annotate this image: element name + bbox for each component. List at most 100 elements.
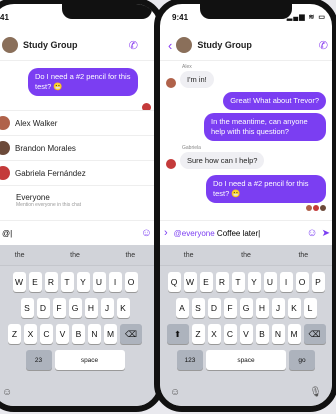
key[interactable]: Q [167,272,181,292]
right-chat-header[interactable]: ‹ Study Group ✆ [160,30,332,61]
suggestion[interactable]: the [241,252,251,259]
key[interactable]: V [239,324,253,344]
key[interactable]: J [100,298,114,318]
back-icon[interactable]: ‹ [168,38,172,53]
backspace-key[interactable]: ⌫ [303,324,326,344]
key[interactable]: G [239,298,253,318]
key[interactable]: W [12,272,26,292]
bubble-text: I'm in! [180,71,214,88]
left-phone: 41 Study Group ✆ Do I need a #2 pencil f… [0,0,164,412]
key[interactable]: F [52,298,66,318]
incoming-message[interactable]: Sure how can I help? [166,152,332,169]
go-key[interactable]: go [289,350,315,370]
key[interactable]: Y [247,272,261,292]
left-group-title[interactable]: Study Group [23,40,78,50]
key[interactable]: E [28,272,42,292]
incoming-message[interactable]: I'm in! [166,71,332,88]
key[interactable]: I [279,272,293,292]
key[interactable]: V [56,324,69,344]
key[interactable]: U [92,272,106,292]
phone-icon[interactable]: ✆ [129,39,138,52]
key[interactable]: H [255,298,269,318]
mention-item[interactable]: Gabriela Fernández [0,160,158,185]
input-mention: @everyone [173,228,215,238]
space-key[interactable]: space [206,350,286,370]
right-message-input[interactable]: › @everyone Coffee later| ☺ ➤ [160,220,332,245]
outgoing-message[interactable]: Do I need a #2 pencil for this test? 😬 [160,175,326,203]
key[interactable]: A [175,298,189,318]
key[interactable]: T [231,272,245,292]
numbers-key[interactable]: 23 [25,350,52,370]
suggestion[interactable]: the [15,252,25,259]
key[interactable]: J [271,298,285,318]
message-list: Alex I'm in! Great! What about Trevor? I… [160,62,332,211]
key[interactable]: Y [76,272,90,292]
group-avatar[interactable] [176,37,193,53]
key[interactable]: D [36,298,50,318]
left-status-bar: 41 [0,4,158,30]
suggestion[interactable]: the [184,252,194,259]
key[interactable]: O [295,272,309,292]
key[interactable]: S [191,298,205,318]
key[interactable]: C [223,324,237,344]
left-chat-header[interactable]: Study Group ✆ [0,30,158,61]
key[interactable]: R [44,272,58,292]
mention-list: Alex Walker Brandon Morales Gabriela Fer… [0,110,158,214]
key[interactable]: F [223,298,237,318]
key[interactable]: M [287,324,301,344]
emoji-keyboard-icon[interactable]: ☺ [170,387,180,398]
outgoing-message[interactable]: Great! What about Trevor? [160,92,326,110]
key[interactable]: E [199,272,213,292]
key[interactable]: Z [191,324,205,344]
key[interactable]: L [303,298,317,318]
key[interactable]: M [104,324,117,344]
mention-item[interactable]: Alex Walker [0,110,158,135]
key[interactable]: T [60,272,74,292]
suggestion[interactable]: the [125,252,135,259]
microphone-icon[interactable]: 🎙 [309,387,322,398]
key[interactable]: B [255,324,269,344]
emoji-keyboard-icon[interactable]: ☺ [2,387,12,398]
key[interactable]: P [311,272,325,292]
key[interactable]: C [40,324,53,344]
mention-item-everyone[interactable]: Everyone Mention everyone in this chat [0,185,158,214]
key[interactable]: S [20,298,34,318]
key[interactable]: R [215,272,229,292]
emoji-icon[interactable]: ☺ [141,227,152,239]
key[interactable]: H [84,298,98,318]
key[interactable]: O [124,272,138,292]
bubble-text: Do I need a #2 pencil for this test? 😬 [28,68,138,96]
key[interactable]: K [287,298,301,318]
numbers-key[interactable]: 123 [177,350,203,370]
key[interactable]: N [271,324,285,344]
left-outgoing-message[interactable]: Do I need a #2 pencil for this test? 😬 [28,68,138,96]
mention-item[interactable]: Brandon Morales [0,135,158,160]
outgoing-message[interactable]: In the meantime, can anyone help with th… [160,113,326,141]
key[interactable]: X [207,324,221,344]
left-message-input[interactable]: @| ☺ [0,220,158,245]
avatar [166,78,176,88]
group-avatar[interactable] [2,37,18,53]
space-key[interactable]: space [54,350,125,370]
key[interactable]: X [24,324,37,344]
right-group-title[interactable]: Study Group [197,40,252,50]
backspace-key[interactable]: ⌫ [120,324,142,344]
key[interactable]: I [108,272,122,292]
key[interactable]: U [263,272,277,292]
key[interactable]: N [88,324,101,344]
suggestion[interactable]: the [70,252,80,259]
chevron-right-icon[interactable]: › [164,227,168,239]
key-row-3: Z X C V B N M ⌫ [0,324,158,344]
key[interactable]: W [183,272,197,292]
send-icon[interactable]: ➤ [322,228,330,239]
key[interactable]: B [72,324,85,344]
key[interactable]: D [207,298,221,318]
shift-key[interactable]: ⬆ [166,324,189,344]
key[interactable]: Z [8,324,21,344]
phone-icon[interactable]: ✆ [319,39,328,52]
emoji-icon[interactable]: ☺ [306,227,317,239]
key[interactable]: G [68,298,82,318]
suggestion[interactable]: the [298,252,308,259]
key-row-1: W E R T Y U I O [0,272,158,292]
key[interactable]: K [116,298,130,318]
